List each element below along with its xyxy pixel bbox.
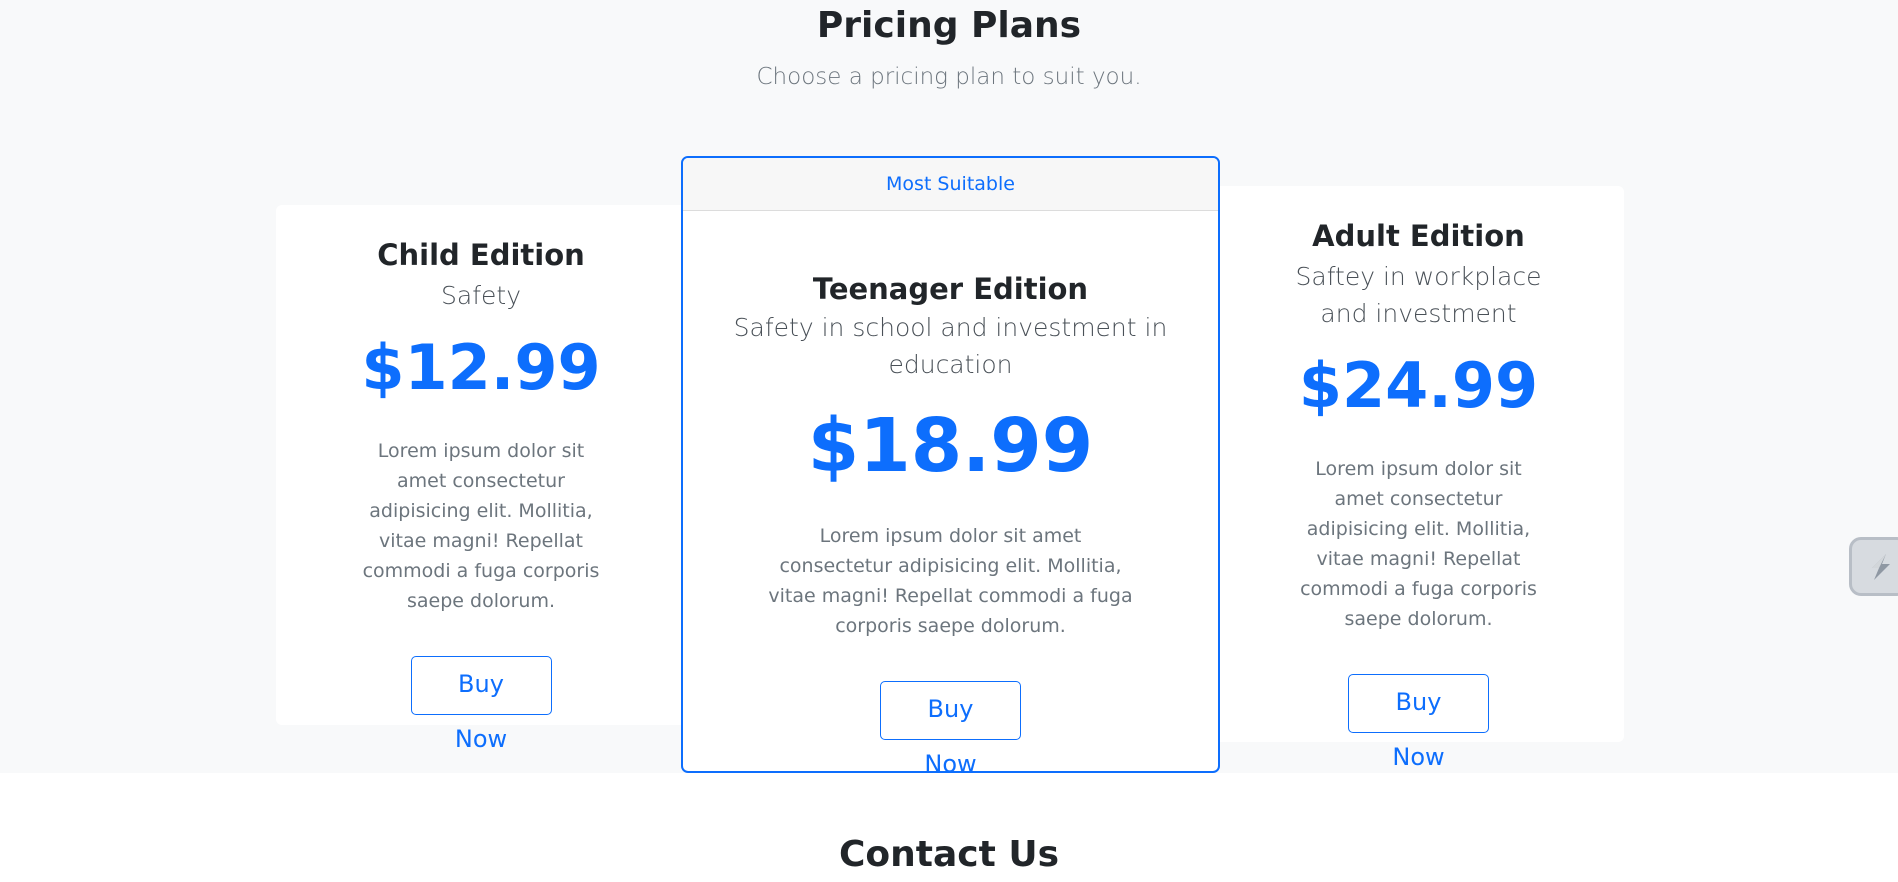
plan-title: Child Edition [377, 238, 585, 272]
plan-price: $12.99 [361, 331, 601, 404]
plan-tagline: Safety [441, 281, 521, 310]
pricing-card-adult: Adult Edition Saftey in workplace and in… [1213, 186, 1624, 771]
most-suitable-badge: Most Suitable [683, 158, 1218, 211]
buy-now-button-child[interactable]: Buy Now [410, 656, 552, 753]
buy-now-button-adult[interactable]: Buy Now [1348, 674, 1489, 771]
contact-section-title: Contact Us [838, 834, 1060, 875]
lightning-logo-icon [1872, 554, 1890, 580]
plan-description: Lorem ipsum dolor sit amet consectetur a… [1300, 458, 1537, 630]
plan-title: Teenager Edition [812, 272, 1089, 306]
plan-tagline: Saftey in workplace and investment [1295, 262, 1542, 328]
plan-description: Lorem ipsum dolor sit amet consectetur a… [362, 440, 600, 612]
plan-price: $24.99 [1298, 349, 1539, 422]
page-title: Pricing Plans [816, 5, 1082, 46]
page-subtitle: Choose a pricing plan to suit you. [756, 64, 1142, 90]
plan-price: $18.99 [807, 403, 1094, 489]
plan-tagline: Safety in school and investment in educa… [733, 313, 1168, 379]
buy-now-button-teenager[interactable]: Buy Now [880, 681, 1021, 778]
plan-title: Adult Edition [1312, 219, 1525, 253]
pricing-section: Pricing Plans Choose a pricing plan to s… [0, 0, 1898, 778]
side-widget-button[interactable] [1849, 537, 1898, 596]
plan-description: Lorem ipsum dolor sit amet consectetur a… [768, 525, 1133, 637]
pricing-card-teenager: Most Suitable Teenager Edition Safety in… [681, 156, 1220, 778]
pricing-card-child: Child Edition Safety $12.99 Lorem ipsum … [276, 205, 686, 753]
